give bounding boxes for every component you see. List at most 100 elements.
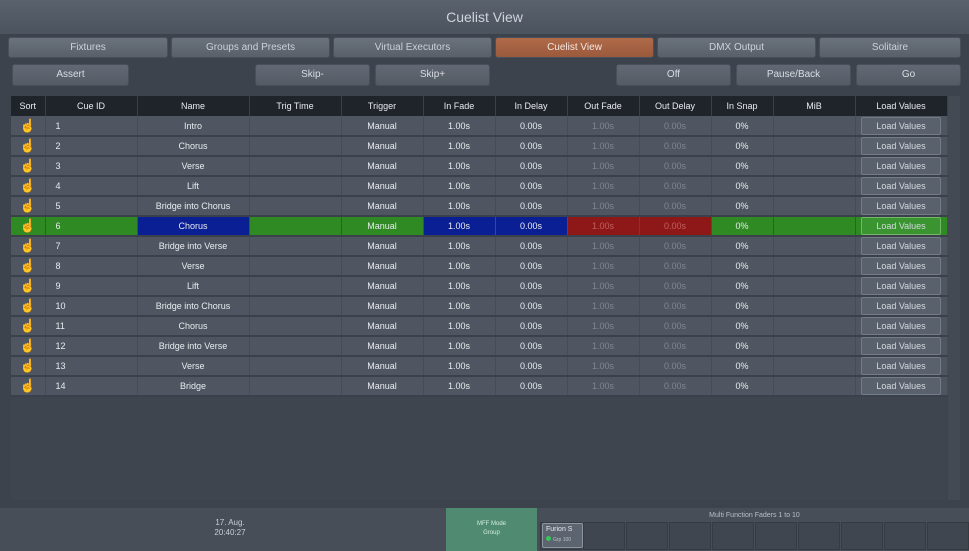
cue-row[interactable]: ☝ 7 Bridge into Verse Manual 1.00s 0.00s 1.00s… <box>11 236 948 257</box>
cell-in-fade[interactable]: 1.00s <box>423 316 496 337</box>
table-scrollbar[interactable] <box>948 96 960 500</box>
cell-cue-id[interactable]: 11 <box>45 316 138 337</box>
load-values-button[interactable]: Load Values <box>861 357 941 374</box>
cell-out-delay[interactable]: 0.00s <box>639 376 712 397</box>
hand-pointer-icon[interactable]: ☝ <box>20 157 36 174</box>
load-values-button[interactable]: Load Values <box>861 177 941 194</box>
cell-cue-id[interactable]: 10 <box>45 296 138 317</box>
cell-cue-id[interactable]: 1 <box>45 116 138 137</box>
cell-trigger[interactable]: Manual <box>341 156 424 177</box>
cell-in-delay[interactable]: 0.00s <box>495 376 568 397</box>
cell-sort[interactable]: ☝ <box>11 336 46 357</box>
cell-out-delay[interactable]: 0.00s <box>639 276 712 297</box>
cell-in-delay[interactable]: 0.00s <box>495 316 568 337</box>
tab-cuelist-view[interactable]: Cuelist View <box>495 37 654 58</box>
cell-cue-name[interactable]: Bridge into Chorus <box>137 196 250 217</box>
cell-in-delay[interactable]: 0.00s <box>495 336 568 357</box>
cell-sort[interactable]: ☝ <box>11 296 46 317</box>
cell-sort[interactable]: ☝ <box>11 376 46 397</box>
cell-out-fade[interactable]: 1.00s <box>567 116 640 137</box>
cell-cue-name[interactable]: Bridge <box>137 376 250 397</box>
cell-load-values[interactable]: Load Values <box>855 136 948 157</box>
col-header-out-delay[interactable]: Out Delay <box>639 96 712 116</box>
skip-plus-button[interactable]: Skip+ <box>375 64 490 86</box>
cell-cue-id[interactable]: 2 <box>45 136 138 157</box>
cell-out-fade[interactable]: 1.00s <box>567 336 640 357</box>
cell-in-snap[interactable]: 0% <box>711 336 774 357</box>
hand-pointer-icon[interactable]: ☝ <box>20 317 36 334</box>
cell-cue-name[interactable]: Chorus <box>137 216 250 237</box>
cell-in-fade[interactable]: 1.00s <box>423 216 496 237</box>
assert-button[interactable]: Assert <box>12 64 129 86</box>
cell-in-snap[interactable]: 0% <box>711 316 774 337</box>
cell-in-delay[interactable]: 0.00s <box>495 136 568 157</box>
cell-trigger[interactable]: Manual <box>341 196 424 217</box>
cell-mib[interactable] <box>773 136 856 157</box>
cell-trig-time[interactable] <box>249 116 342 137</box>
cell-load-values[interactable]: Load Values <box>855 316 948 337</box>
cell-in-delay[interactable]: 0.00s <box>495 236 568 257</box>
cell-trig-time[interactable] <box>249 256 342 277</box>
cell-trig-time[interactable] <box>249 276 342 297</box>
cell-load-values[interactable]: Load Values <box>855 276 948 297</box>
cell-out-delay[interactable]: 0.00s <box>639 256 712 277</box>
tab-fixtures[interactable]: Fixtures <box>8 37 168 58</box>
cell-out-fade[interactable]: 1.00s <box>567 136 640 157</box>
cell-out-fade[interactable]: 1.00s <box>567 316 640 337</box>
cell-mib[interactable] <box>773 216 856 237</box>
cell-in-snap[interactable]: 0% <box>711 376 774 397</box>
cell-load-values[interactable]: Load Values <box>855 256 948 277</box>
fader-slot-2[interactable] <box>583 522 625 550</box>
cell-sort[interactable]: ☝ <box>11 136 46 157</box>
cell-load-values[interactable]: Load Values <box>855 356 948 377</box>
cell-load-values[interactable]: Load Values <box>855 376 948 397</box>
cell-trigger[interactable]: Manual <box>341 216 424 237</box>
cell-cue-name[interactable]: Bridge into Chorus <box>137 296 250 317</box>
cell-in-delay[interactable]: 0.00s <box>495 156 568 177</box>
cell-trig-time[interactable] <box>249 296 342 317</box>
cell-cue-name[interactable]: Verse <box>137 356 250 377</box>
go-button[interactable]: Go <box>856 64 961 86</box>
cell-trig-time[interactable] <box>249 196 342 217</box>
cell-in-delay[interactable]: 0.00s <box>495 276 568 297</box>
cell-in-fade[interactable]: 1.00s <box>423 336 496 357</box>
cell-in-fade[interactable]: 1.00s <box>423 156 496 177</box>
cell-trig-time[interactable] <box>249 136 342 157</box>
cell-trig-time[interactable] <box>249 336 342 357</box>
cell-mib[interactable] <box>773 356 856 377</box>
cell-sort[interactable]: ☝ <box>11 356 46 377</box>
col-header-in-delay[interactable]: In Delay <box>495 96 568 116</box>
cell-in-fade[interactable]: 1.00s <box>423 256 496 277</box>
cell-cue-name[interactable]: Bridge into Verse <box>137 336 250 357</box>
cell-trigger[interactable]: Manual <box>341 356 424 377</box>
cell-out-delay[interactable]: 0.00s <box>639 176 712 197</box>
col-header-out-fade[interactable]: Out Fade <box>567 96 640 116</box>
cell-out-delay[interactable]: 0.00s <box>639 336 712 357</box>
cell-sort[interactable]: ☝ <box>11 316 46 337</box>
cell-in-delay[interactable]: 0.00s <box>495 196 568 217</box>
hand-pointer-icon[interactable]: ☝ <box>20 257 36 274</box>
cell-cue-id[interactable]: 12 <box>45 336 138 357</box>
cue-row[interactable]: ☝ 5 Bridge into Chorus Manual 1.00s 0.00s 1.00… <box>11 196 948 217</box>
cell-in-snap[interactable]: 0% <box>711 176 774 197</box>
cell-in-snap[interactable]: 0% <box>711 116 774 137</box>
cell-cue-name[interactable]: Bridge into Verse <box>137 236 250 257</box>
cell-out-fade[interactable]: 1.00s <box>567 176 640 197</box>
cell-in-fade[interactable]: 1.00s <box>423 276 496 297</box>
cell-cue-id[interactable]: 8 <box>45 256 138 277</box>
cell-trig-time[interactable] <box>249 236 342 257</box>
cell-in-fade[interactable]: 1.00s <box>423 236 496 257</box>
cell-in-fade[interactable]: 1.00s <box>423 176 496 197</box>
cue-row[interactable]: ☝ 12 Bridge into Verse Manual 1.00s 0.00s 1.00… <box>11 336 948 357</box>
cell-out-delay[interactable]: 0.00s <box>639 356 712 377</box>
cell-cue-id[interactable]: 13 <box>45 356 138 377</box>
cell-out-fade[interactable]: 1.00s <box>567 276 640 297</box>
cue-row[interactable]: ☝ 9 Lift Manual 1.00s 0.00s 1.00s 0.00s 0% Load V… <box>11 276 948 297</box>
cell-mib[interactable] <box>773 176 856 197</box>
load-values-button[interactable]: Load Values <box>861 116 941 134</box>
cell-in-fade[interactable]: 1.00s <box>423 116 496 137</box>
cell-mib[interactable] <box>773 256 856 277</box>
pause-back-button[interactable]: Pause/Back <box>736 64 851 86</box>
cell-sort[interactable]: ☝ <box>11 216 46 237</box>
skip-minus-button[interactable]: Skip- <box>255 64 370 86</box>
